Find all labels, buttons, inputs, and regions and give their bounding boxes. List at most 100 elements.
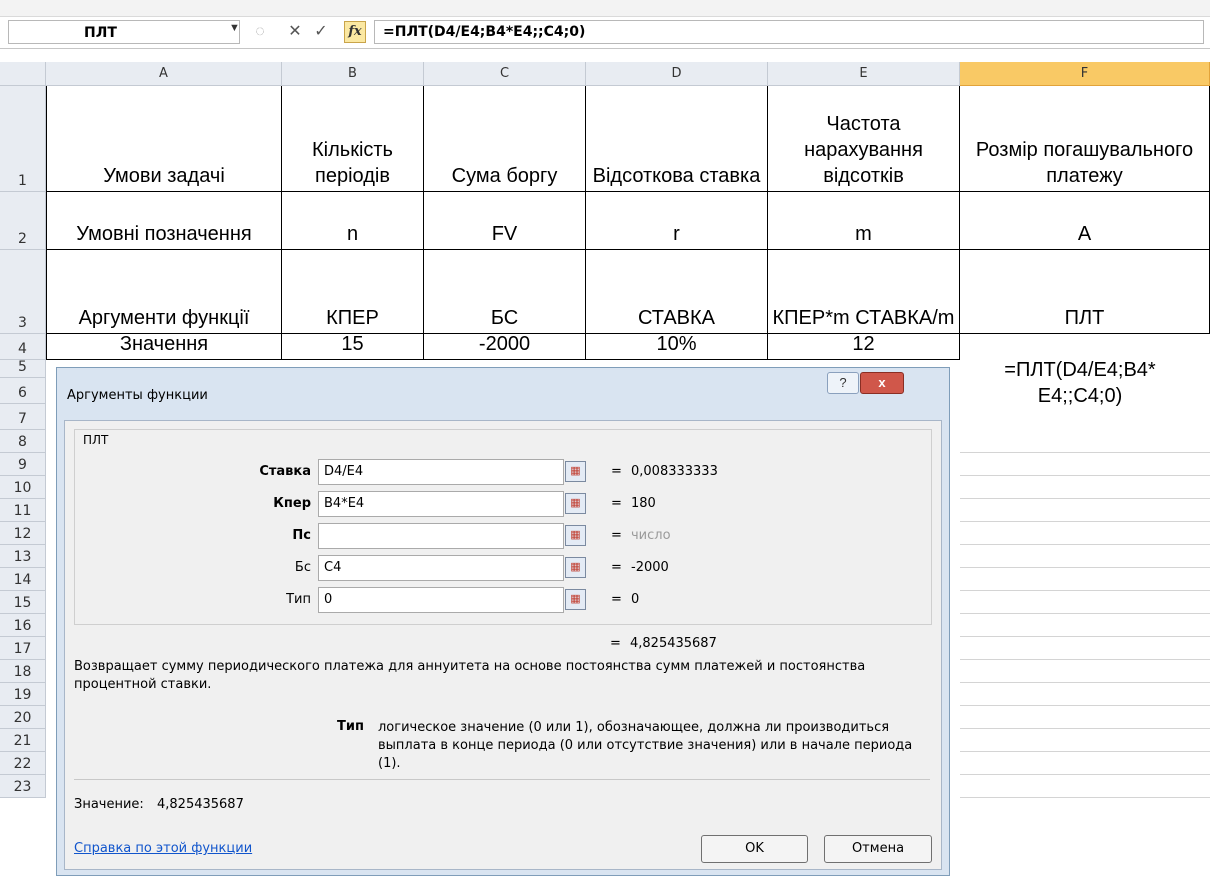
row-header[interactable]: 19 <box>0 683 46 706</box>
cell-e4[interactable]: 12 <box>768 334 960 360</box>
chevron-down-icon[interactable]: ▼ <box>229 22 240 34</box>
column-header-d[interactable]: D <box>586 62 768 86</box>
cell-c4[interactable]: -2000 <box>424 334 586 360</box>
cell-c3[interactable]: БС <box>424 250 586 334</box>
row-header[interactable]: 16 <box>0 614 46 637</box>
cell-b1[interactable]: Кількість періодів <box>282 86 424 192</box>
cell-d1[interactable]: Відсоткова ставка <box>586 86 768 192</box>
row-header[interactable]: 14 <box>0 568 46 591</box>
close-button[interactable]: x <box>860 372 904 394</box>
cell-b4[interactable]: 15 <box>282 334 424 360</box>
cell-f4-formula[interactable]: =ПЛТ(D4/E4;B4* E4;;C4;0) <box>960 357 1200 409</box>
arg-input-rate[interactable]: D4/E4 <box>318 459 564 485</box>
cell-f1[interactable]: Розмір погашувального платежу <box>960 86 1210 192</box>
cell-e1[interactable]: Частота нарахування відсотків <box>768 86 960 192</box>
function-description: Возвращает сумму периодического платежа … <box>74 659 866 692</box>
arg-input-type[interactable]: 0 <box>318 587 564 613</box>
row-header[interactable]: 8 <box>0 430 46 453</box>
row-header[interactable]: 4 <box>0 334 46 360</box>
cell-d4[interactable]: 10% <box>586 334 768 360</box>
value-result: 4,825435687 <box>157 797 244 812</box>
range-picker-icon[interactable]: ▦ <box>565 557 586 578</box>
row-header[interactable]: 20 <box>0 706 46 729</box>
row-header[interactable]: 2 <box>0 192 46 250</box>
range-picker-icon[interactable]: ▦ <box>565 525 586 546</box>
cell-e2[interactable]: m <box>768 192 960 250</box>
column-header-b[interactable]: B <box>282 62 424 86</box>
formula-bar: ПЛТ ▼ ◌ ✕ ✓ fx =ПЛТ(D4/E4;B4*E4;;C4;0) <box>0 0 1210 49</box>
insert-function-icon[interactable]: fx <box>344 21 366 43</box>
cancel-button[interactable]: Отмена <box>824 835 932 863</box>
row-header[interactable]: 9 <box>0 453 46 476</box>
arg-input-nper[interactable]: B4*E4 <box>318 491 564 517</box>
cell-b3[interactable]: КПЕР <box>282 250 424 334</box>
row-header[interactable]: 11 <box>0 499 46 522</box>
cell-a1[interactable]: Умови задачі <box>46 86 282 192</box>
cell-e3[interactable]: КПЕР*m СТАВКА/m <box>768 250 960 334</box>
equals-sign: = <box>611 528 622 543</box>
cell-a2[interactable]: Умовні позначення <box>46 192 282 250</box>
row-header[interactable]: 7 <box>0 404 46 430</box>
empty-cells <box>960 430 1210 798</box>
arg-result-rate: 0,008333333 <box>631 464 718 479</box>
arg-input-pv[interactable] <box>318 523 564 549</box>
equals-sign: = <box>611 464 622 479</box>
arg-result-type: 0 <box>631 592 640 607</box>
formula-result: 4,825435687 <box>630 636 717 651</box>
range-picker-icon[interactable]: ▦ <box>565 589 586 610</box>
arg-input-fv[interactable]: C4 <box>318 555 564 581</box>
row-header[interactable]: 22 <box>0 752 46 775</box>
row-header[interactable]: 5 <box>0 359 46 378</box>
dialog-title: Аргументы функции <box>67 388 208 403</box>
row-header[interactable]: 15 <box>0 591 46 614</box>
equals-sign: = <box>610 636 621 651</box>
arg-result-pv: число <box>631 528 671 543</box>
divider <box>74 779 930 780</box>
row-header[interactable]: 17 <box>0 637 46 660</box>
column-header-e[interactable]: E <box>768 62 960 86</box>
arg-help-text: логическое значение (0 или 1), обозначаю… <box>378 720 913 771</box>
cell-a3[interactable]: Аргументи функції <box>46 250 282 334</box>
cell-f2[interactable]: A <box>960 192 1210 250</box>
range-picker-icon[interactable]: ▦ <box>565 493 586 514</box>
range-picker-icon[interactable]: ▦ <box>565 461 586 482</box>
help-button[interactable]: ? <box>827 372 859 394</box>
equals-sign: = <box>611 496 622 511</box>
formula-bar-separator-icon: ◌ <box>255 23 265 40</box>
row-header[interactable]: 13 <box>0 545 46 568</box>
row-header[interactable]: 3 <box>0 250 46 334</box>
row-header[interactable]: 23 <box>0 775 46 798</box>
help-link[interactable]: Справка по этой функции <box>74 841 252 856</box>
column-header-f[interactable]: F <box>960 62 1210 86</box>
row-header[interactable]: 12 <box>0 522 46 545</box>
row-header[interactable]: 10 <box>0 476 46 499</box>
row-header[interactable]: 18 <box>0 660 46 683</box>
dialog-body: ПЛТ Ставка D4/E4 ▦ = 0,008333333 Кпер B4… <box>64 420 942 870</box>
cell-c2[interactable]: FV <box>424 192 586 250</box>
name-box[interactable]: ПЛТ <box>8 20 240 44</box>
formula-input[interactable]: =ПЛТ(D4/E4;B4*E4;;C4;0) <box>374 20 1204 44</box>
row-header[interactable]: 21 <box>0 729 46 752</box>
column-header-a[interactable]: A <box>46 62 282 86</box>
value-label: Значение: <box>74 797 144 812</box>
cell-c1[interactable]: Сума боргу <box>424 86 586 192</box>
row-header[interactable]: 6 <box>0 378 46 404</box>
arg-label-nper: Кпер <box>273 496 311 511</box>
cancel-icon[interactable]: ✕ <box>284 20 306 44</box>
select-all-corner[interactable] <box>0 62 46 86</box>
row-header[interactable]: 1 <box>0 86 46 192</box>
cell-d3[interactable]: СТАВКА <box>586 250 768 334</box>
arguments-group: ПЛТ Ставка D4/E4 ▦ = 0,008333333 Кпер B4… <box>74 429 932 625</box>
column-header-c[interactable]: C <box>424 62 586 86</box>
arg-label-rate: Ставка <box>259 464 311 479</box>
enter-icon[interactable]: ✓ <box>310 20 332 44</box>
arg-result-fv: -2000 <box>631 560 669 575</box>
ok-button[interactable]: OK <box>701 835 808 863</box>
cell-d2[interactable]: r <box>586 192 768 250</box>
cell-b2[interactable]: n <box>282 192 424 250</box>
cell-a4[interactable]: Значення <box>46 334 282 360</box>
arg-label-pv: Пс <box>292 528 311 543</box>
arg-label-fv: Бс <box>294 560 311 575</box>
cell-f3[interactable]: ПЛТ <box>960 250 1210 334</box>
arg-result-nper: 180 <box>631 496 656 511</box>
